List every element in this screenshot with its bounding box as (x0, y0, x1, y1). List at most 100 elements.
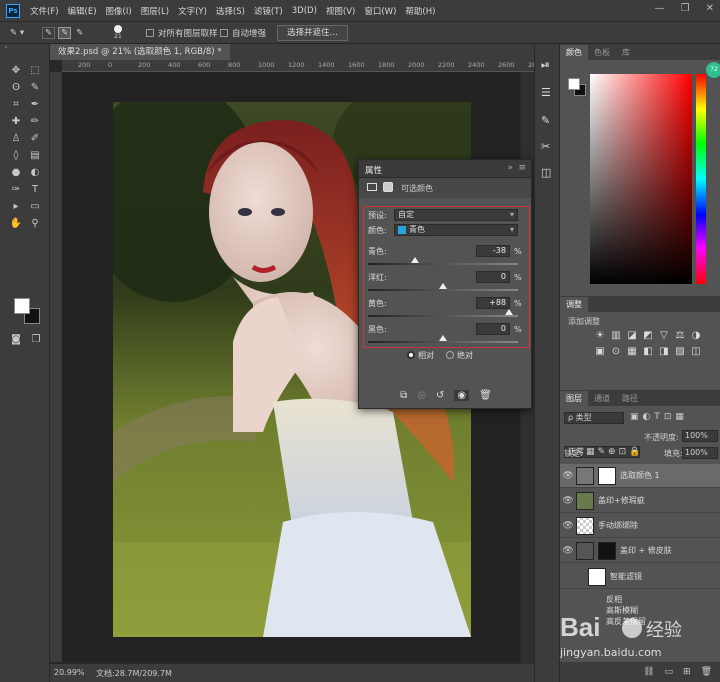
visibility-eye-icon[interactable]: 👁 (560, 546, 576, 556)
zoom-tool-icon[interactable]: ⚲ (28, 217, 42, 231)
history-brush-icon[interactable]: ✐ (28, 132, 42, 146)
blur-tool-icon[interactable]: ● (9, 166, 23, 180)
slider-track[interactable] (368, 341, 518, 343)
color-panel-tab[interactable]: 色板 (588, 45, 616, 60)
tool-preset-picker[interactable]: ✎ ▾ (10, 25, 24, 41)
info-icon[interactable]: ◫ (541, 166, 551, 179)
auto-enhance-checkbox[interactable]: 自动增强 (220, 25, 266, 41)
history-icon[interactable]: ⏯ (541, 58, 550, 72)
type-tool-icon[interactable]: T (28, 183, 42, 197)
pen-tool-icon[interactable]: ✑ (9, 183, 23, 197)
adjustment-icon[interactable]: ◑ (688, 330, 704, 346)
adjustment-icon[interactable]: ▽ (656, 330, 672, 346)
colors-dropdown[interactable]: 青色 (394, 224, 518, 236)
mask-icon[interactable] (383, 182, 393, 192)
adjustment-icon[interactable]: ▥ (608, 330, 624, 346)
healing-brush-icon[interactable]: ✚ (9, 115, 23, 129)
brush-settings-icon[interactable]: ✎ (541, 114, 550, 127)
move-tool-icon[interactable]: ✥ (9, 64, 23, 78)
adjustment-icon[interactable]: ◨ (656, 346, 672, 362)
color-panel-tab[interactable]: 颜色 (560, 45, 588, 60)
layer-row[interactable]: 👁 手动绑绑除 (560, 514, 720, 538)
panel-menu-icon[interactable]: ≡ (518, 163, 526, 173)
clip-to-layer-icon[interactable]: ⧉ (400, 390, 407, 401)
layer-row[interactable]: 👁 盖印 + 修皮肤 (560, 539, 720, 563)
smart-filters-row[interactable]: 智能滤镜 (560, 565, 720, 589)
adjustment-icon[interactable]: ☀ (592, 330, 608, 346)
menu-item[interactable]: 3D(D) (292, 6, 317, 16)
layers-panel-tab[interactable]: 路径 (616, 391, 644, 406)
visibility-eye-icon[interactable]: 👁 (560, 496, 576, 506)
shape-tool-icon[interactable]: ▭ (28, 200, 42, 214)
slider-thumb[interactable] (410, 257, 419, 263)
tools-icon[interactable]: ✂ (541, 140, 550, 153)
layer-row[interactable]: 👁 盖印+修瑕疵 (560, 489, 720, 513)
menu-item[interactable]: 帮助(H) (405, 5, 435, 17)
delete-icon[interactable]: 🗑 (479, 390, 492, 401)
properties-header[interactable]: 属性 » ≡ (359, 160, 531, 178)
add-selection-icon[interactable]: ✎ (58, 27, 72, 39)
brush-size-picker[interactable]: 21 (114, 25, 122, 41)
menu-item[interactable]: 编辑(E) (68, 5, 97, 17)
screen-mode-icon[interactable]: ❐ (29, 333, 43, 347)
color-field[interactable] (590, 74, 692, 284)
document-tab[interactable]: 效果2.psd @ 21% (选取颜色 1, RGB/8) * (50, 44, 230, 60)
eraser-tool-icon[interactable]: ◊ (9, 149, 23, 163)
adjustment-icon[interactable]: ◧ (640, 346, 656, 362)
adjustment-icon[interactable]: ◪ (624, 330, 640, 346)
lock-icons[interactable]: ▦✎⊕⊡🔒 (586, 447, 643, 457)
layer-filter-kind[interactable]: ρ 类型 (564, 412, 624, 424)
preset-dropdown[interactable]: 自定 (394, 209, 518, 221)
adjustment-icon[interactable]: ▧ (672, 346, 688, 362)
selection-mode-icons[interactable]: ✎ ✎ ✎ (42, 25, 85, 41)
close-button[interactable]: ✕ (706, 3, 714, 14)
gradient-tool-icon[interactable]: ▤ (28, 149, 42, 163)
lasso-tool-icon[interactable]: ʘ (9, 81, 23, 95)
visibility-eye-icon[interactable]: 👁 (560, 521, 576, 531)
menu-item[interactable]: 窗口(W) (364, 5, 396, 17)
adjustment-icon[interactable] (367, 183, 377, 191)
clone-stamp-icon[interactable]: ♙ (9, 132, 23, 146)
slider-track[interactable] (368, 315, 518, 317)
maximize-button[interactable]: ❐ (681, 3, 690, 14)
subtract-selection-icon[interactable]: ✎ (74, 28, 85, 38)
menu-item[interactable]: 选择(S) (216, 5, 245, 17)
hue-slider[interactable] (696, 74, 706, 284)
visibility-icon[interactable]: ◉ (454, 389, 470, 401)
adjustment-icon[interactable]: ▦ (624, 346, 640, 362)
menu-item[interactable]: 文字(Y) (178, 5, 207, 17)
quick-select-tool-icon[interactable]: ✎ (28, 81, 42, 95)
new-selection-icon[interactable]: ✎ (42, 27, 56, 39)
layers-panel-tab[interactable]: 通道 (588, 391, 616, 406)
document-size[interactable]: 文档:28.7M/209.7M (96, 668, 172, 679)
slider-track[interactable] (368, 263, 518, 265)
slider-value-field[interactable]: +88 (476, 297, 510, 309)
absolute-radio[interactable] (446, 351, 454, 359)
slider-value-field[interactable]: 0 (476, 271, 510, 283)
collapse-icon[interactable]: » (507, 163, 513, 173)
select-and-mask-button[interactable]: 选择并遮住… (277, 25, 349, 41)
layers-panel-tab[interactable]: 图层 (560, 391, 588, 406)
menu-item[interactable]: 文件(F) (30, 5, 59, 17)
adjustments-tab[interactable]: 调整 (560, 297, 588, 312)
layer-mask-thumbnail[interactable] (598, 466, 616, 485)
fill-field[interactable]: 100% (682, 447, 718, 459)
slider-thumb[interactable] (505, 309, 513, 315)
color-panel-tab[interactable]: 库 (616, 45, 636, 60)
dodge-tool-icon[interactable]: ◐ (28, 166, 42, 180)
adjustment-icon[interactable]: ▣ (592, 346, 608, 362)
adjustment-icon[interactable]: ⊙ (608, 346, 624, 362)
slider-thumb[interactable] (439, 335, 447, 341)
brush-tool-icon[interactable]: ✏ (28, 115, 42, 129)
zoom-level[interactable]: 20.99% (54, 668, 85, 677)
smart-filter-item[interactable]: 反相 (606, 594, 622, 605)
reset-icon[interactable]: ↺ (436, 390, 444, 401)
eyedropper-tool-icon[interactable]: ✒ (28, 98, 42, 112)
minimize-button[interactable]: — (655, 3, 665, 14)
menu-item[interactable]: 图像(I) (106, 5, 132, 17)
menu-item[interactable]: 滤镜(T) (254, 5, 283, 17)
adjustment-icon[interactable]: ◫ (688, 346, 704, 362)
layer-filter-icons[interactable]: ▣◐T⊡▦ (630, 412, 688, 422)
adjust-sliders-icon[interactable]: ☰ (541, 86, 551, 99)
visibility-eye-icon[interactable]: 👁 (560, 471, 576, 481)
